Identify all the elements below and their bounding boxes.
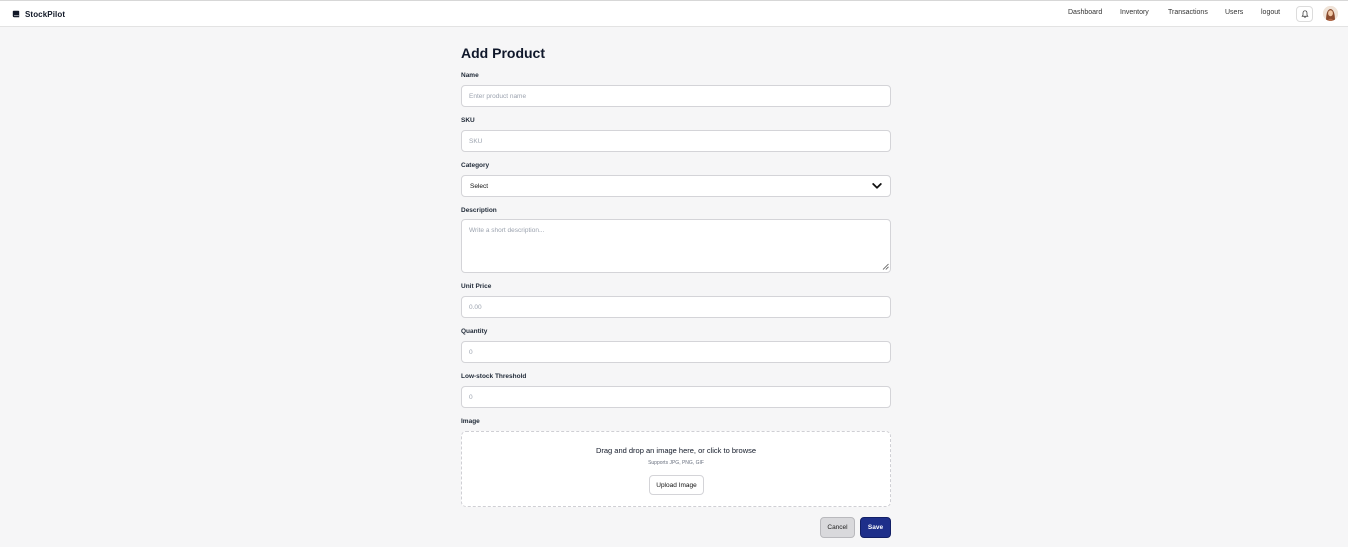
book-icon [12,10,20,18]
upload-image-button[interactable]: Upload Image [649,475,704,495]
quantity-label: Quantity [461,328,488,335]
bell-icon [1300,10,1309,18]
quantity-input[interactable] [461,341,891,363]
save-button[interactable]: Save [860,517,891,538]
description-textarea[interactable] [461,219,891,273]
product-name-input[interactable] [461,85,891,107]
cancel-button[interactable]: Cancel [820,517,855,538]
category-selected-value: Select [470,182,489,190]
resize-handle-icon[interactable] [882,263,889,270]
user-avatar[interactable] [1323,6,1338,21]
dropzone-text: Drag and drop an image here, or click to… [595,446,757,455]
description-label: Description [461,207,497,214]
dropzone-supported-formats: Supports JPG, PNG, GIF [648,460,704,466]
brand[interactable]: StockPilot [12,7,65,21]
nav-inventory[interactable]: Inventory [1120,9,1149,16]
name-label: Name [461,72,479,79]
category-label: Category [461,162,490,169]
category-select[interactable]: Select [461,175,891,197]
image-label: Image [461,418,480,425]
unit-price-label: Unit Price [461,283,492,290]
top-navbar: StockPilot Dashboard Inventory Transacti… [0,0,1348,27]
chevron-down-icon [872,183,882,189]
notifications-button[interactable] [1296,6,1313,22]
nav-users[interactable]: Users [1225,9,1243,16]
avatar-image [1323,6,1338,21]
nav-dashboard[interactable]: Dashboard [1068,9,1102,16]
page-title: Add Product [461,45,545,61]
nav-logout[interactable]: logout [1261,9,1280,16]
low-stock-label: Low-stock Threshold [461,373,527,380]
sku-input[interactable] [461,130,891,152]
low-stock-threshold-input[interactable] [461,386,891,408]
unit-price-input[interactable] [461,296,891,318]
image-dropzone[interactable]: Drag and drop an image here, or click to… [461,431,891,507]
brand-name: StockPilot [25,9,66,19]
nav-transactions[interactable]: Transactions [1168,9,1208,16]
sku-label: SKU [461,117,475,124]
